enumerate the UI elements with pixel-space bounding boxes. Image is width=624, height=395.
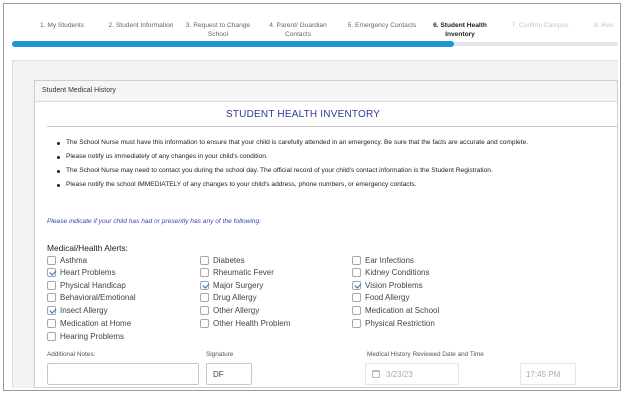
- reviewed-time-value: 17:45 PM: [526, 370, 561, 379]
- checkbox-medication-at-home[interactable]: Medication at Home: [47, 318, 131, 328]
- checkbox-rheumatic-fever[interactable]: Rheumatic Fever: [200, 267, 274, 277]
- checkbox-ear-infections[interactable]: Ear Infections: [352, 255, 414, 265]
- checkbox-hearing-problems[interactable]: Hearing Problems: [47, 331, 124, 341]
- checkbox-box[interactable]: [200, 280, 209, 290]
- checkbox-label: Major Surgery: [213, 280, 264, 290]
- checkbox-label: Vision Problems: [365, 280, 423, 290]
- checkbox-box[interactable]: [352, 267, 361, 277]
- additional-notes-label: Additional Notes:: [47, 351, 96, 358]
- checkbox-box[interactable]: [200, 255, 209, 265]
- checkbox-box[interactable]: [47, 280, 56, 290]
- checkbox-label: Other Allergy: [213, 305, 260, 315]
- checkbox-other-health-problem[interactable]: Other Health Problem: [200, 318, 290, 328]
- checkbox-label: Drug Allergy: [213, 292, 257, 302]
- checkbox-box[interactable]: [47, 292, 56, 302]
- alerts-heading: Medical/Health Alerts:: [47, 243, 128, 253]
- checkbox-box[interactable]: [47, 255, 56, 265]
- checkbox-box[interactable]: [47, 267, 56, 277]
- checkbox-box[interactable]: [200, 267, 209, 277]
- checkbox-box[interactable]: [200, 318, 209, 328]
- checkbox-box[interactable]: [200, 305, 209, 315]
- checkbox-insect-allergy[interactable]: Insect Allergy: [47, 305, 108, 315]
- checkbox-label: Kidney Conditions: [365, 267, 430, 277]
- checkbox-label: Physical Restriction: [365, 318, 435, 328]
- checkbox-physical-handicap[interactable]: Physical Handicap: [47, 280, 126, 290]
- indicate-instructions: Please indicate if your child has had or…: [47, 218, 262, 225]
- checkbox-food-allergy[interactable]: Food Allergy: [352, 292, 409, 302]
- list-item: The School Nurse must have this informat…: [57, 139, 617, 153]
- checkbox-label: Behavioral/Emotional: [60, 292, 136, 302]
- step-review: 8. Rev: [594, 21, 620, 30]
- step-emergency-contacts[interactable]: 5. Emergency Contacts: [342, 21, 422, 30]
- page-title: STUDENT HEALTH INVENTORY: [226, 109, 381, 120]
- step-student-information[interactable]: 2. Student Information: [102, 21, 180, 30]
- checkbox-diabetes[interactable]: Diabetes: [200, 255, 245, 265]
- wizard-steps: 1. My Students 2. Student Information 3.…: [4, 4, 620, 44]
- step-label: 7. Confirm Campus: [511, 22, 569, 29]
- checkbox-asthma[interactable]: Asthma: [47, 255, 87, 265]
- checkbox-label: Hearing Problems: [60, 331, 125, 341]
- progress-fill: [12, 41, 454, 47]
- step-my-students[interactable]: 1. My Students: [34, 21, 90, 30]
- checkbox-box[interactable]: [47, 318, 56, 328]
- checkbox-label: Heart Problems: [60, 267, 116, 277]
- checkbox-box[interactable]: [352, 318, 361, 328]
- nurse-notes-list: The School Nurse must have this informat…: [57, 139, 617, 195]
- checkbox-drug-allergy[interactable]: Drug Allergy: [200, 292, 257, 302]
- checkbox-box[interactable]: [47, 305, 56, 315]
- checkbox-label: Insect Allergy: [60, 305, 108, 315]
- list-item: The School Nurse may need to contact you…: [57, 167, 617, 181]
- list-item: Please notify us immediately of any chan…: [57, 153, 617, 167]
- checkbox-box[interactable]: [352, 305, 361, 315]
- checkbox-box[interactable]: [200, 292, 209, 302]
- checkbox-behavioral-emotional[interactable]: Behavioral/Emotional: [47, 292, 136, 302]
- checkbox-physical-restriction[interactable]: Physical Restriction: [352, 318, 435, 328]
- checkbox-label: Medication at Home: [60, 318, 132, 328]
- checkbox-label: Food Allergy: [365, 292, 410, 302]
- signature-label: Signature: [206, 351, 234, 358]
- step-student-health-inventory[interactable]: 6. Student Health Inventory: [428, 21, 492, 39]
- step-label: 6. Student Health Inventory: [433, 22, 487, 38]
- step-label: 4. Parent/ Guardian Contacts: [269, 22, 327, 38]
- list-item: Please notify the school IMMEDIATELY of …: [57, 181, 617, 195]
- checkbox-box[interactable]: [352, 280, 361, 290]
- step-label: 1. My Students: [40, 22, 84, 29]
- reviewed-label: Medical History Reviewed Date and Time: [367, 351, 484, 358]
- signature-field[interactable]: DF: [206, 363, 252, 385]
- title-divider: [47, 126, 618, 127]
- calendar-icon: [372, 370, 380, 378]
- step-label: 5. Emergency Contacts: [347, 22, 417, 29]
- checkbox-medication-at-school[interactable]: Medication at School: [352, 305, 439, 315]
- reviewed-time-field: 17:45 PM: [520, 363, 576, 385]
- checkbox-label: Other Health Problem: [213, 318, 291, 328]
- step-request-change-school[interactable]: 3. Request to Change School: [184, 21, 252, 39]
- checkbox-box[interactable]: [352, 292, 361, 302]
- step-parent-guardian-contacts[interactable]: 4. Parent/ Guardian Contacts: [266, 21, 330, 39]
- checkbox-other-allergy[interactable]: Other Allergy: [200, 305, 259, 315]
- step-label: 3. Request to Change School: [185, 22, 251, 38]
- reviewed-date-field: 3/23/23: [365, 363, 459, 385]
- checkbox-label: Rheumatic Fever: [213, 267, 274, 277]
- checkbox-box[interactable]: [47, 331, 56, 341]
- panel-heading: Student Medical History: [35, 81, 617, 102]
- checkbox-label: Asthma: [60, 255, 88, 265]
- checkbox-label: Ear Infections: [365, 255, 414, 265]
- reviewed-date-value: 3/23/23: [386, 370, 413, 379]
- checkbox-kidney-conditions[interactable]: Kidney Conditions: [352, 267, 429, 277]
- additional-notes-field[interactable]: [47, 363, 199, 385]
- step-label: 8. Rev: [594, 22, 614, 29]
- step-confirm-campus: 7. Confirm Campus: [504, 21, 576, 30]
- signature-value: DF: [213, 370, 224, 379]
- checkbox-label: Diabetes: [213, 255, 245, 265]
- checkbox-heart-problems[interactable]: Heart Problems: [47, 267, 116, 277]
- checkbox-major-surgery[interactable]: Major Surgery: [200, 280, 263, 290]
- checkbox-vision-problems[interactable]: Vision Problems: [352, 280, 423, 290]
- checkbox-label: Medication at School: [365, 305, 440, 315]
- checkbox-box[interactable]: [352, 255, 361, 265]
- checkbox-label: Physical Handicap: [60, 280, 126, 290]
- step-label: 2. Student Information: [108, 22, 174, 29]
